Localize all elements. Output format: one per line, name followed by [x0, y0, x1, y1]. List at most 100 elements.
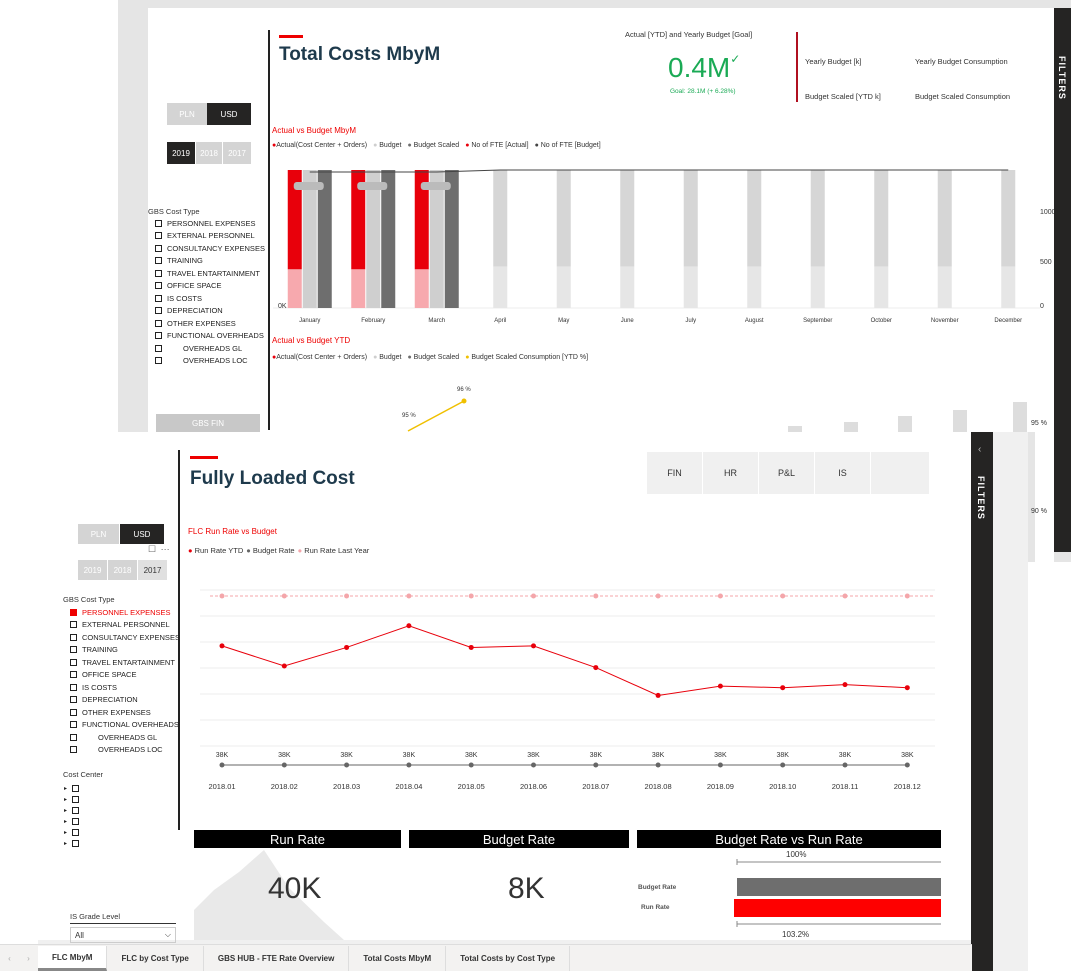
- legend-budget[interactable]: ● Budget: [373, 142, 401, 149]
- legend-actual[interactable]: ●Actual(Cost Center + Orders): [272, 142, 367, 149]
- cost-center-item[interactable]: ▸: [64, 816, 80, 827]
- checkbox-icon[interactable]: [70, 658, 77, 666]
- year-2018-button[interactable]: 2018: [196, 142, 222, 164]
- checkbox-icon[interactable]: [155, 332, 162, 340]
- cost-type-item[interactable]: PERSONNEL EXPENSES: [70, 606, 180, 619]
- cost-type-item[interactable]: EXTERNAL PERSONNEL: [70, 619, 180, 632]
- cost-type-item[interactable]: TRAINING: [155, 255, 265, 268]
- checkbox-icon[interactable]: [70, 646, 77, 654]
- checkbox-icon[interactable]: [155, 357, 162, 365]
- expand-icon[interactable]: ▸: [64, 807, 67, 814]
- checkbox-icon[interactable]: [155, 319, 162, 327]
- nav-hr-button[interactable]: HR: [703, 452, 759, 494]
- checkbox-icon[interactable]: [70, 733, 77, 741]
- cost-type-item[interactable]: CONSULTANCY EXPENSES: [155, 242, 265, 255]
- checkbox-icon[interactable]: [72, 840, 80, 847]
- checkbox-icon[interactable]: [155, 344, 162, 352]
- checkbox-icon[interactable]: [72, 818, 80, 825]
- legend-fte-actual[interactable]: ● No of FTE [Actual]: [465, 142, 528, 149]
- cost-type-item[interactable]: OFFICE SPACE: [70, 669, 180, 682]
- checkbox-icon[interactable]: [70, 696, 77, 704]
- checkbox-icon[interactable]: [70, 683, 77, 691]
- nav-is-button[interactable]: IS: [815, 452, 871, 494]
- cost-center-item[interactable]: ▸: [64, 838, 80, 849]
- expand-icon[interactable]: ▸: [64, 818, 67, 825]
- checkbox-icon[interactable]: [155, 232, 162, 240]
- cost-type-item[interactable]: CONSULTANCY EXPENSES: [70, 631, 180, 644]
- cost-center-item[interactable]: ▸: [64, 827, 80, 838]
- collapse-chevron-icon[interactable]: ‹: [978, 444, 981, 455]
- legend-budget-rate[interactable]: ● Budget Rate: [246, 546, 294, 555]
- nav-pl-button[interactable]: P&L: [759, 452, 815, 494]
- checkbox-icon[interactable]: [72, 807, 80, 814]
- cost-type-item[interactable]: OVERHEADS LOC: [70, 744, 180, 757]
- checkbox-icon[interactable]: [70, 746, 77, 754]
- checkbox-icon[interactable]: [72, 785, 80, 792]
- legend-last-year[interactable]: ● Run Rate Last Year: [298, 546, 370, 555]
- cost-type-item[interactable]: FUNCTIONAL OVERHEADS: [70, 719, 180, 732]
- grade-level-dropdown[interactable]: All ⌵: [70, 927, 176, 943]
- year-2019-button[interactable]: 2019: [78, 560, 107, 580]
- checkbox-icon[interactable]: [155, 269, 162, 277]
- currency-usd-button[interactable]: USD: [207, 103, 251, 125]
- legend2-budget[interactable]: ● Budget: [373, 354, 401, 361]
- cost-type-item[interactable]: OTHER EXPENSES: [155, 317, 265, 330]
- legend2-actual[interactable]: ●Actual(Cost Center + Orders): [272, 354, 367, 361]
- tab-scroll-arrows[interactable]: ‹ ›: [0, 946, 38, 971]
- cost-center-item[interactable]: ▸: [64, 805, 80, 816]
- year-2017-button[interactable]: 2017: [138, 560, 167, 580]
- checkbox-icon[interactable]: [70, 721, 77, 729]
- checkbox-icon[interactable]: [70, 608, 77, 616]
- gbs-fin-button[interactable]: GBS FIN: [156, 414, 260, 432]
- cost-type-item[interactable]: EXTERNAL PERSONNEL: [155, 230, 265, 243]
- checkbox-icon[interactable]: [72, 829, 80, 836]
- legend-fte-budget[interactable]: ● No of FTE [Budget]: [535, 142, 601, 149]
- cost-type-item[interactable]: PERSONNEL EXPENSES: [155, 217, 265, 230]
- nav-fin-button[interactable]: FIN: [647, 452, 703, 494]
- cost-center-item[interactable]: ▸: [64, 783, 80, 794]
- year-2017-button[interactable]: 2017: [223, 142, 251, 164]
- expand-icon[interactable]: ▸: [64, 840, 67, 847]
- tab-gbs-hub-fte[interactable]: GBS HUB - FTE Rate Overview: [204, 946, 350, 971]
- cost-center-item[interactable]: ▸: [64, 794, 80, 805]
- cost-type-item[interactable]: TRAVEL ENTARTAINMENT: [155, 267, 265, 280]
- checkbox-icon[interactable]: [155, 219, 162, 227]
- chevron-right-icon[interactable]: ›: [27, 954, 30, 963]
- currency-pln-button[interactable]: PLN: [167, 103, 207, 125]
- legend2-consumption[interactable]: ● Budget Scaled Consumption [YTD %]: [465, 354, 588, 361]
- checkbox-icon[interactable]: [70, 633, 77, 641]
- checkbox-icon[interactable]: [72, 796, 80, 803]
- tab-flc-by-cost-type[interactable]: FLC by Cost Type: [107, 946, 204, 971]
- checkbox-icon[interactable]: [155, 257, 162, 265]
- cost-type-item[interactable]: IS COSTS: [70, 681, 180, 694]
- legend2-budget-scaled[interactable]: ● Budget Scaled: [407, 354, 459, 361]
- checkbox-icon[interactable]: [155, 307, 162, 315]
- tab-total-costs-mbym[interactable]: Total Costs MbyM: [349, 946, 447, 971]
- expand-icon[interactable]: ▸: [64, 796, 67, 803]
- cost-type-item[interactable]: TRAVEL ENTARTAINMENT: [70, 656, 180, 669]
- cost-type-item[interactable]: DEPRECIATION: [70, 694, 180, 707]
- checkbox-icon[interactable]: [155, 282, 162, 290]
- main-filters-panel[interactable]: ‹ FILTERS: [971, 432, 993, 971]
- checkbox-icon[interactable]: [155, 294, 162, 302]
- currency-pln-button[interactable]: PLN: [78, 524, 119, 544]
- cost-type-item[interactable]: OTHER EXPENSES: [70, 706, 180, 719]
- expand-icon[interactable]: ▸: [64, 829, 67, 836]
- more-options-icon[interactable]: ☐ ⋯: [148, 544, 171, 555]
- year-2018-button[interactable]: 2018: [108, 560, 137, 580]
- cost-type-item[interactable]: OFFICE SPACE: [155, 280, 265, 293]
- cost-type-item[interactable]: DEPRECIATION: [155, 305, 265, 318]
- currency-usd-button[interactable]: USD: [120, 524, 164, 544]
- expand-icon[interactable]: ▸: [64, 785, 67, 792]
- legend-budget-scaled[interactable]: ● Budget Scaled: [407, 142, 459, 149]
- cost-type-item[interactable]: FUNCTIONAL OVERHEADS: [155, 330, 265, 343]
- checkbox-icon[interactable]: [70, 621, 77, 629]
- checkbox-icon[interactable]: [70, 708, 77, 716]
- chevron-left-icon[interactable]: ‹: [8, 954, 11, 963]
- cost-type-item[interactable]: IS COSTS: [155, 292, 265, 305]
- tab-flc-mbym[interactable]: FLC MbyM: [38, 946, 108, 971]
- cost-type-item[interactable]: TRAINING: [70, 644, 180, 657]
- cost-type-item[interactable]: OVERHEADS GL: [70, 731, 180, 744]
- checkbox-icon[interactable]: [70, 671, 77, 679]
- year-2019-button[interactable]: 2019: [167, 142, 195, 164]
